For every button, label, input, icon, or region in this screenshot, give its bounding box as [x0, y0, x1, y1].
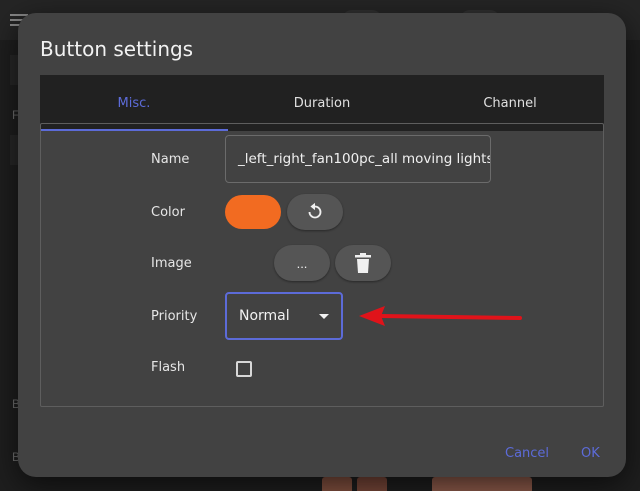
- misc-panel: Name _left_right_fan100pc_all moving lig…: [40, 123, 604, 407]
- priority-selected-value: Normal: [239, 308, 290, 324]
- color-picker-button[interactable]: [225, 195, 281, 229]
- annotation-arrow: [359, 306, 522, 326]
- priority-label: Priority: [151, 309, 198, 324]
- button-settings-dialog: Button settings Misc. Duration Channel N…: [18, 13, 626, 477]
- reset-color-button[interactable]: [287, 194, 343, 230]
- cancel-button[interactable]: Cancel: [505, 446, 549, 461]
- priority-select[interactable]: Normal: [225, 292, 343, 340]
- reset-icon: [308, 202, 322, 219]
- name-input[interactable]: _left_right_fan100pc_all moving lights: [225, 135, 491, 183]
- flash-label: Flash: [151, 360, 186, 375]
- image-delete-button[interactable]: [335, 245, 391, 281]
- trash-icon: [355, 253, 371, 273]
- name-label: Name: [151, 152, 190, 167]
- chevron-down-icon: [319, 313, 329, 319]
- color-label: Color: [151, 205, 185, 220]
- ok-button[interactable]: OK: [581, 446, 600, 461]
- image-browse-label: ...: [296, 255, 308, 271]
- dialog-title: Button settings: [40, 37, 194, 61]
- image-browse-button[interactable]: ...: [274, 245, 330, 281]
- image-label: Image: [151, 256, 192, 271]
- flash-checkbox[interactable]: [236, 361, 252, 377]
